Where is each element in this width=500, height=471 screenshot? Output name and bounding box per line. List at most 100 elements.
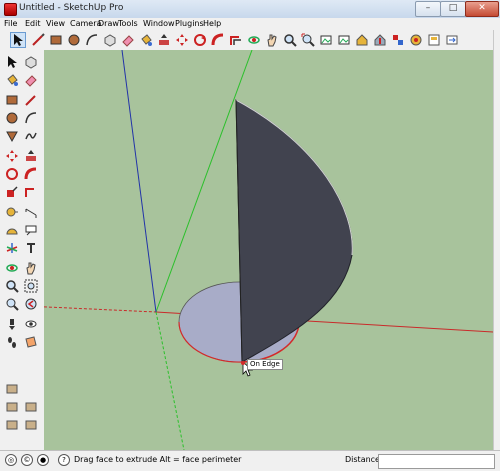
eraser-tool-button[interactable] (120, 32, 136, 48)
maximize-button[interactable]: □ (440, 1, 466, 17)
line-tool-button[interactable] (30, 32, 46, 48)
pan-tool-button[interactable] (23, 260, 39, 276)
components-icon (393, 35, 403, 45)
menu-tools[interactable]: Tools (118, 19, 138, 28)
push-pull-button[interactable] (23, 148, 39, 164)
zoom-tool-button[interactable] (4, 278, 20, 294)
menu-edit[interactable]: Edit (25, 19, 41, 28)
zoom-tool-button[interactable] (282, 32, 298, 48)
orbit-tool-button[interactable] (4, 260, 20, 276)
follow-me-button[interactable] (210, 32, 226, 48)
next-view-button[interactable] (336, 32, 352, 48)
rotate-icon (6, 168, 18, 180)
arrow-cursor-icon (14, 34, 23, 46)
dimension-tool-button[interactable] (23, 204, 39, 220)
zoom-extents-button[interactable] (4, 296, 20, 312)
minimize-button[interactable]: – (415, 1, 441, 17)
orbit-icon (6, 264, 18, 272)
extension-icon (410, 34, 422, 46)
arc-tool-button[interactable] (23, 110, 39, 126)
menu-file[interactable]: File (4, 19, 17, 28)
rectangle-tool-button[interactable] (48, 32, 64, 48)
magnifier-icon (6, 280, 19, 293)
warehouse-3-button[interactable] (23, 398, 39, 414)
polygon-tool-button[interactable] (4, 128, 20, 144)
circle-tool-button[interactable] (4, 110, 20, 126)
zoom-window-button[interactable] (23, 278, 39, 294)
text-tool-button[interactable] (23, 222, 39, 238)
close-button[interactable]: ✕ (465, 1, 499, 17)
rotate-tool-button[interactable] (4, 166, 20, 182)
menu-view[interactable]: View (46, 19, 65, 28)
warehouse-icon (25, 402, 37, 412)
extension-warehouse-button[interactable] (408, 32, 424, 48)
scale-tool-button[interactable] (4, 184, 20, 200)
3d-text-button[interactable] (23, 240, 39, 256)
make-component-button[interactable] (102, 32, 118, 48)
share-icon (374, 34, 386, 46)
select-tool-button[interactable] (4, 54, 20, 70)
geolocation-icon[interactable]: ◎ (5, 454, 17, 466)
layout-button[interactable] (426, 32, 442, 48)
paint-bucket-button[interactable] (138, 32, 154, 48)
previous-view-button[interactable] (23, 296, 39, 312)
measurements-box[interactable] (378, 454, 495, 469)
orbit-tool-button[interactable] (246, 32, 262, 48)
warehouse-1-button[interactable] (4, 380, 20, 396)
arc-tool-button[interactable] (84, 32, 100, 48)
paint-bucket-button[interactable] (4, 72, 20, 88)
inference-point-icon (241, 361, 245, 365)
eraser-tool-button[interactable] (23, 72, 39, 88)
credits-icon[interactable]: © (21, 454, 33, 466)
line-tool-button[interactable] (23, 92, 39, 108)
push-pull-button[interactable] (156, 32, 172, 48)
warehouse-4-button[interactable] (4, 416, 20, 432)
offset-tool-button[interactable] (228, 32, 244, 48)
send-to-layout-button[interactable] (444, 32, 460, 48)
make-component-button[interactable] (23, 54, 39, 70)
warehouse-button[interactable] (354, 32, 370, 48)
menu-camera[interactable]: Camera (70, 19, 101, 28)
share-model-button[interactable] (372, 32, 388, 48)
warehouse-icon (6, 402, 18, 412)
circle-icon (6, 112, 18, 124)
model-canvas (44, 50, 493, 450)
section-plane-button[interactable] (23, 334, 39, 350)
tape-measure-button[interactable] (4, 204, 20, 220)
warehouse-5-button[interactable] (23, 416, 39, 432)
position-camera-button[interactable] (4, 316, 20, 332)
components-button[interactable] (390, 32, 406, 48)
move-tool-button[interactable] (174, 32, 190, 48)
offset-tool-button[interactable] (23, 184, 39, 200)
polygon-icon (6, 131, 18, 143)
freehand-tool-button[interactable] (23, 128, 39, 144)
rotate-tool-button[interactable] (192, 32, 208, 48)
protractor-button[interactable] (4, 222, 20, 238)
previous-view-button[interactable] (318, 32, 334, 48)
zoom-extents-button[interactable] (300, 32, 316, 48)
axes-icon (6, 243, 18, 253)
arrow-cursor-icon (8, 56, 17, 68)
pan-tool-button[interactable] (264, 32, 280, 48)
offset-icon (230, 36, 241, 45)
axes-tool-button[interactable] (4, 240, 20, 256)
user-icon[interactable]: ● (37, 454, 49, 466)
menu-draw[interactable]: Draw (98, 19, 119, 28)
arc-icon (86, 34, 98, 46)
menu-window[interactable]: Window (143, 19, 175, 28)
menu-help[interactable]: Help (203, 19, 221, 28)
push-pull-icon (26, 150, 36, 161)
warehouse-2-button[interactable] (4, 398, 20, 414)
tape-measure-icon (6, 207, 18, 217)
window-right-edge (493, 30, 500, 450)
walk-tool-button[interactable] (4, 334, 20, 350)
rectangle-tool-button[interactable] (4, 92, 20, 108)
select-tool-button[interactable] (10, 32, 26, 48)
menu-plugins[interactable]: Plugins (175, 19, 204, 28)
drawing-viewport[interactable]: On Edge (44, 50, 493, 450)
look-around-button[interactable] (23, 316, 39, 332)
help-icon[interactable]: ? (58, 454, 70, 466)
follow-me-button[interactable] (23, 166, 39, 182)
circle-tool-button[interactable] (66, 32, 82, 48)
move-tool-button[interactable] (4, 148, 20, 164)
